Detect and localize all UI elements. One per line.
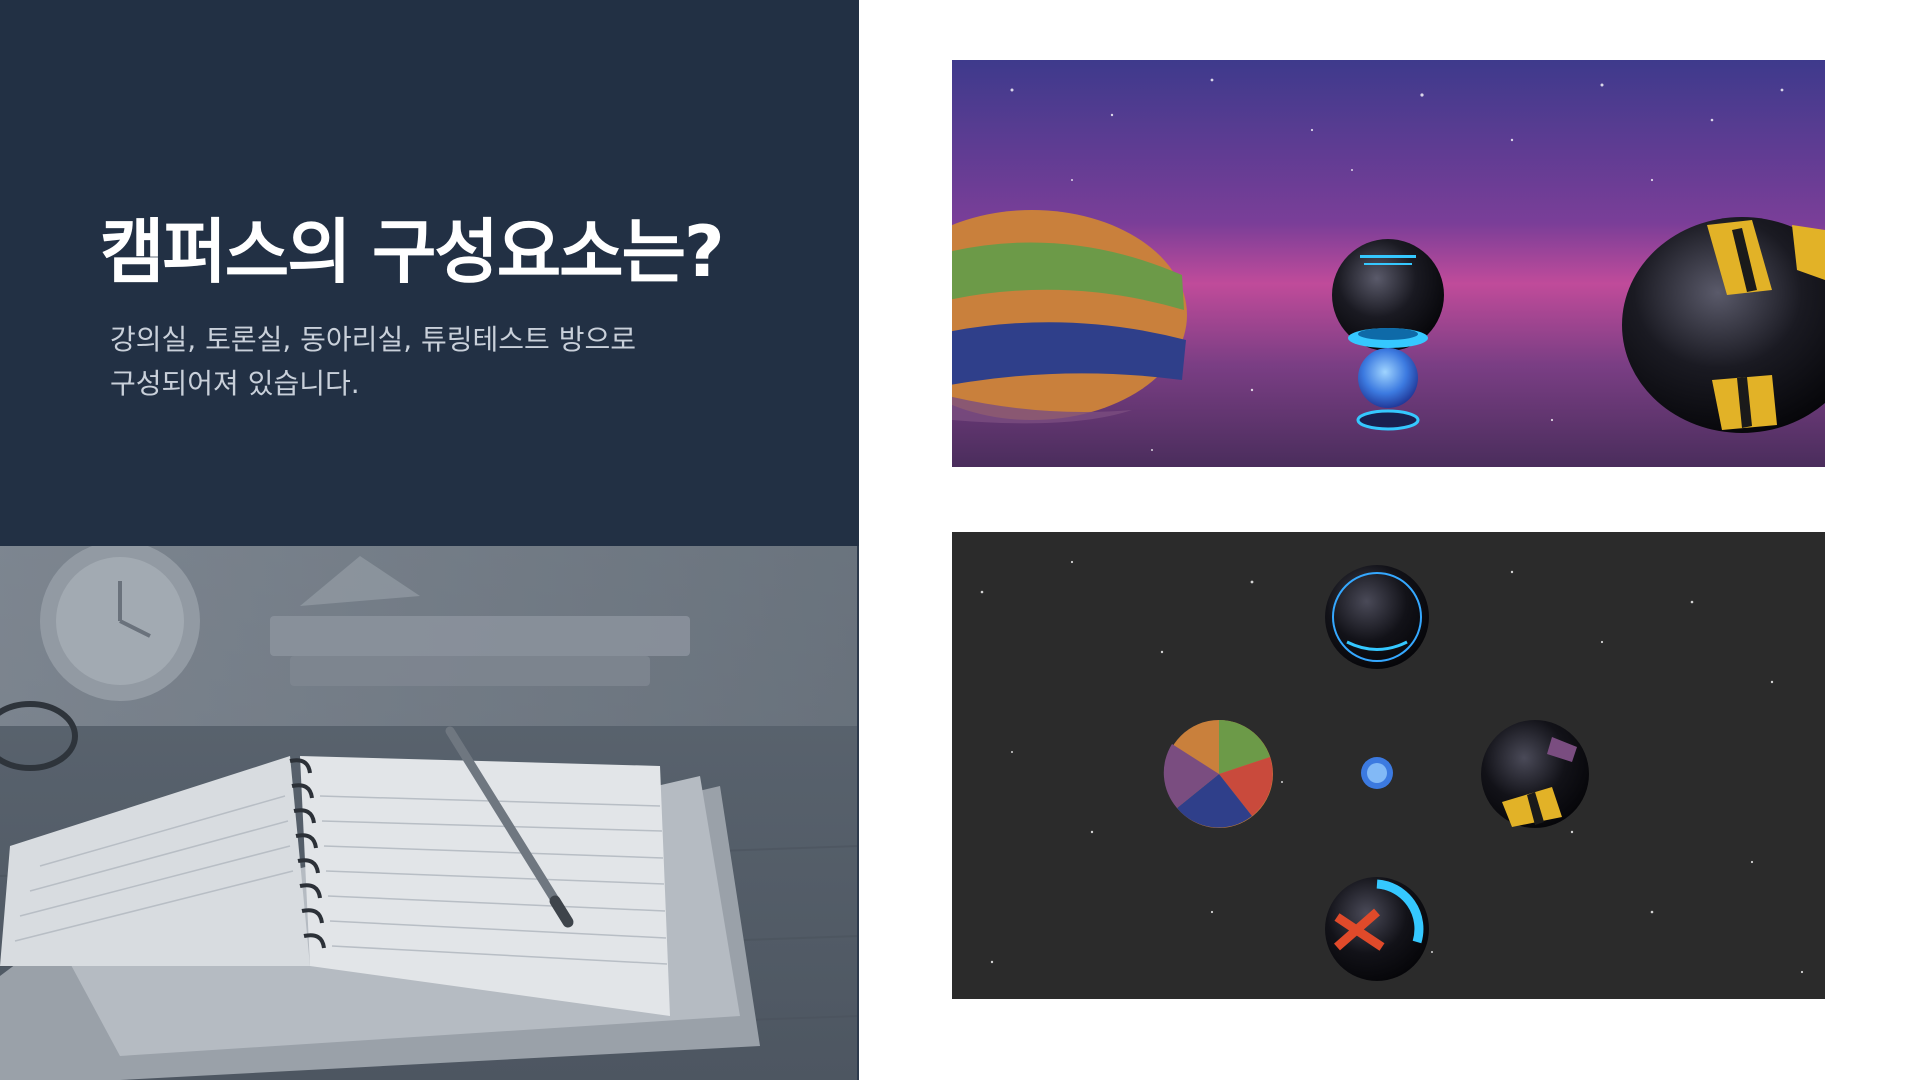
- subtitle-line-2: 구성되어져 있습니다.: [110, 367, 360, 400]
- campus-perspective-screenshot: [952, 60, 1825, 467]
- panel-divider: [857, 546, 859, 1080]
- campus-top-screenshot: [952, 532, 1825, 999]
- campus-perspective-illustration: [952, 60, 1825, 467]
- campus-top-illustration: [952, 532, 1825, 999]
- slide-subtitle: 강의실, 토론실, 동아리실, 튜링테스트 방으로 구성되어져 있습니다.: [110, 318, 636, 406]
- subtitle-line-1: 강의실, 토론실, 동아리실, 튜링테스트 방으로: [110, 323, 636, 356]
- slide-title: 캠퍼스의 구성요소는?: [100, 211, 725, 293]
- notebook-photo-illustration: [0, 546, 859, 1080]
- bottom-orb-icon: [1325, 877, 1429, 981]
- title-panel: 캠퍼스의 구성요소는? 강의실, 토론실, 동아리실, 튜링테스트 방으로 구성…: [0, 0, 859, 546]
- hazard-orb-icon: [1481, 720, 1589, 828]
- center-globe-icon: [1361, 757, 1393, 789]
- clock-icon: [40, 546, 200, 701]
- notebook-photo: [0, 546, 859, 1080]
- top-orb-icon: [1325, 565, 1429, 669]
